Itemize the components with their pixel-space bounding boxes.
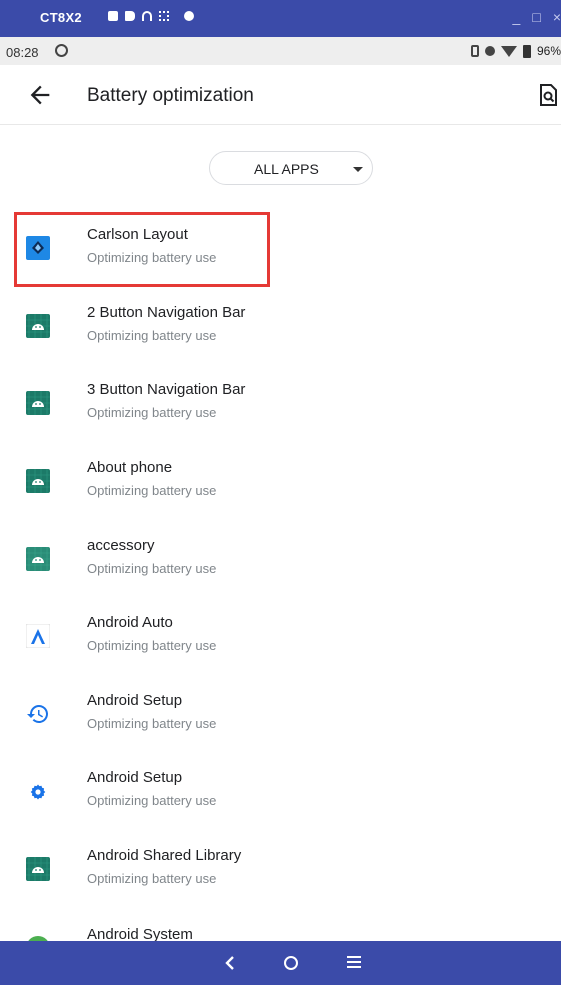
nav-home-icon[interactable] <box>284 956 298 970</box>
app-status: Optimizing battery use <box>87 561 217 576</box>
app-name: Android Setup <box>87 769 183 786</box>
minimize-button[interactable]: _ <box>513 9 521 25</box>
page-title: Battery optimization <box>87 85 254 106</box>
status-bar: 08:28 96% <box>0 37 561 65</box>
record-icon[interactable] <box>125 11 135 21</box>
gear-icon[interactable] <box>184 11 194 21</box>
carlson-layout-icon <box>26 236 50 260</box>
gear-icon <box>26 779 50 803</box>
app-status: Optimizing battery use <box>87 638 217 653</box>
android-robot-icon <box>26 857 50 881</box>
nav-menu-icon[interactable] <box>347 956 361 968</box>
list-item[interactable]: Android Auto Optimizing battery use <box>0 600 561 676</box>
app-status: Optimizing battery use <box>87 793 217 808</box>
vibrate-icon <box>484 46 495 56</box>
app-name: Android Shared Library <box>87 847 242 864</box>
app-filter-dropdown[interactable]: ALL APPS <box>209 151 373 185</box>
list-item[interactable]: Android Setup Optimizing battery use <box>0 678 561 754</box>
list-item[interactable]: About phone Optimizing battery use <box>0 445 561 521</box>
search-settings-icon[interactable] <box>538 84 558 106</box>
android-robot-icon <box>26 469 50 493</box>
app-bar: Battery optimization <box>0 65 561 125</box>
nav-back-icon[interactable] <box>222 954 240 972</box>
navigation-bar <box>0 941 561 985</box>
list-item[interactable]: 2 Button Navigation Bar Optimizing batte… <box>0 290 561 366</box>
screen: CT8X2 _ □ × 08:28 96% Battery optimizati… <box>0 0 561 985</box>
app-name: Carlson Layout <box>87 226 188 243</box>
headphones-icon[interactable] <box>142 11 152 21</box>
list-item[interactable]: Android Shared Library Optimizing batter… <box>0 833 561 909</box>
close-button[interactable]: × <box>553 9 561 25</box>
list-item[interactable]: Carlson Layout Optimizing battery use <box>0 212 561 288</box>
app-status: Optimizing battery use <box>87 250 217 265</box>
bluetooth-icon <box>470 45 479 57</box>
list-item[interactable]: accessory Optimizing battery use <box>0 523 561 599</box>
app-name: accessory <box>87 537 155 554</box>
status-icons: 96% <box>470 44 561 58</box>
back-arrow-icon[interactable] <box>26 81 54 109</box>
dropdown-arrow-icon <box>353 167 363 172</box>
app-name: About phone <box>87 459 173 476</box>
app-name: 3 Button Navigation Bar <box>87 381 246 398</box>
sync-icon <box>55 44 68 57</box>
battery-level: 96% <box>536 44 561 58</box>
window-toolbar <box>108 11 194 21</box>
battery-icon <box>522 44 531 58</box>
fullscreen-icon[interactable] <box>159 11 169 21</box>
android-auto-icon <box>26 624 50 648</box>
app-status: Optimizing battery use <box>87 871 217 886</box>
list-item[interactable]: 3 Button Navigation Bar Optimizing batte… <box>0 367 561 443</box>
app-status: Optimizing battery use <box>87 716 217 731</box>
filter-label: ALL APPS <box>254 161 319 177</box>
android-robot-icon <box>26 547 50 571</box>
wifi-icon <box>500 45 517 57</box>
android-robot-icon <box>26 314 50 338</box>
app-name: 2 Button Navigation Bar <box>87 304 246 321</box>
restore-history-icon <box>27 705 48 723</box>
app-status: Optimizing battery use <box>87 328 217 343</box>
android-robot-icon <box>26 391 50 415</box>
screenshot-icon[interactable] <box>108 11 118 21</box>
app-status: Optimizing battery use <box>87 483 217 498</box>
status-time: 08:28 <box>6 45 39 60</box>
window-title-bar: CT8X2 _ □ × <box>0 0 561 37</box>
window-controls: _ □ × <box>513 9 561 25</box>
maximize-button[interactable]: □ <box>532 9 540 25</box>
list-item[interactable]: Android Setup Optimizing battery use <box>0 755 561 831</box>
app-name: Android Auto <box>87 614 173 631</box>
app-status: Optimizing battery use <box>87 405 217 420</box>
window-title: CT8X2 <box>40 10 82 25</box>
app-name: Android Setup <box>87 692 183 709</box>
